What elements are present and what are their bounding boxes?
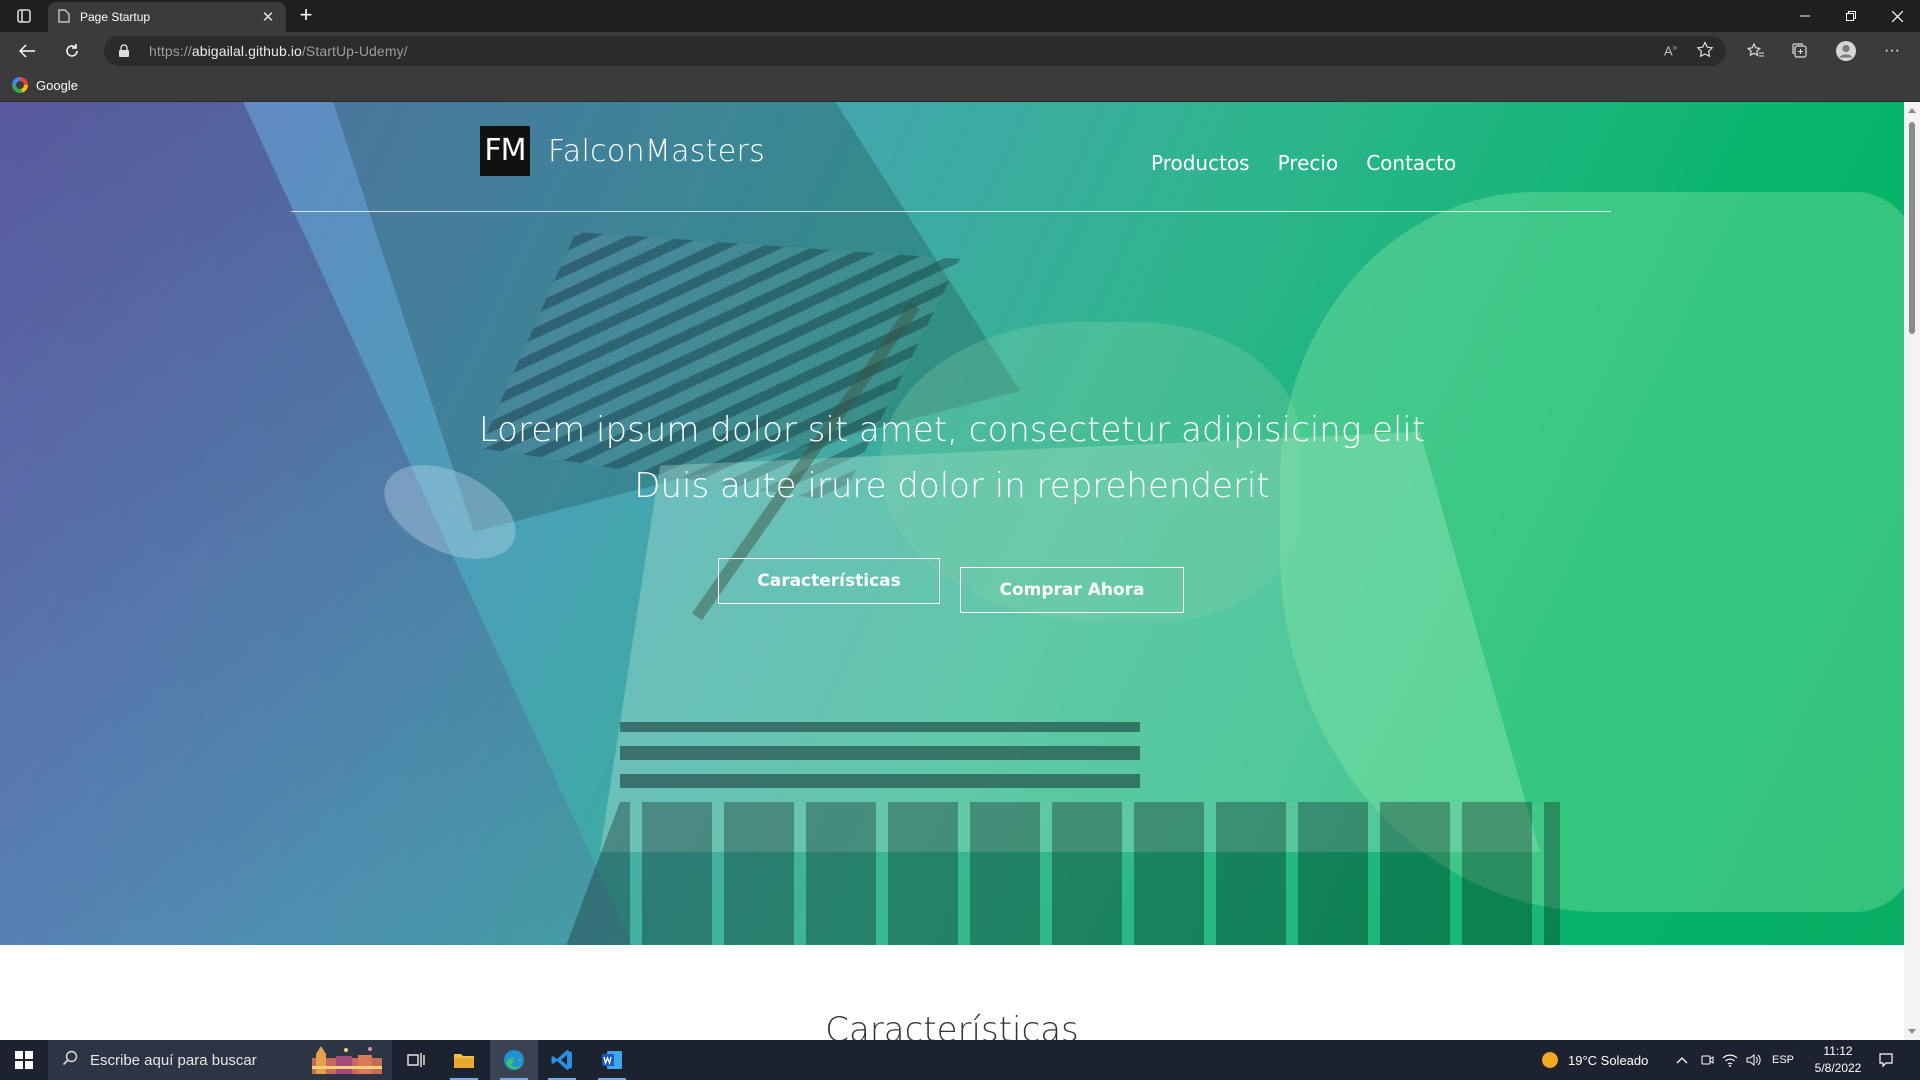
- tab-actions-icon[interactable]: [10, 4, 38, 28]
- collections-icon[interactable]: [1786, 37, 1814, 65]
- task-view-button[interactable]: [392, 1040, 440, 1080]
- language-indicator[interactable]: ESP: [1772, 1040, 1794, 1080]
- nav-link-productos[interactable]: Productos: [1151, 151, 1250, 175]
- address-bar[interactable]: https://abigailal.github.io/StartUp-Udem…: [104, 36, 1726, 66]
- main-nav: Productos Precio Contacto: [1151, 151, 1484, 175]
- brand-name[interactable]: FalconMasters: [548, 134, 765, 169]
- edge-app[interactable]: [490, 1040, 538, 1080]
- url-text[interactable]: https://abigailal.github.io/StartUp-Udem…: [149, 43, 408, 59]
- sun-icon: [1542, 1052, 1558, 1068]
- browser-toolbar: https://abigailal.github.io/StartUp-Udem…: [0, 32, 1920, 70]
- close-window-button[interactable]: [1874, 0, 1920, 32]
- lock-icon[interactable]: [118, 44, 130, 63]
- reload-button[interactable]: [58, 37, 86, 65]
- nav-link-contacto[interactable]: Contacto: [1366, 151, 1456, 175]
- restore-button[interactable]: [1828, 0, 1874, 32]
- scroll-up-icon[interactable]: [1908, 108, 1916, 113]
- read-aloud-icon[interactable]: A»: [1664, 43, 1677, 58]
- hero-photo-bottom-keyboard: [560, 802, 1560, 945]
- page-scrollbar[interactable]: [1904, 102, 1920, 1040]
- hero-headline: Lorem ipsum dolor sit amet, consectetur …: [478, 410, 1426, 450]
- file-explorer-app[interactable]: [440, 1040, 488, 1080]
- buy-now-button[interactable]: Comprar Ahora: [960, 567, 1184, 613]
- new-tab-button[interactable]: +: [294, 4, 318, 28]
- scrollbar-thumb[interactable]: [1909, 122, 1915, 334]
- scroll-down-icon[interactable]: [1908, 1029, 1916, 1034]
- weather-widget[interactable]: 19°C Soleado: [1542, 1040, 1648, 1080]
- search-highlight-icon: [312, 1046, 382, 1074]
- word-icon: [602, 1051, 622, 1069]
- volume-icon[interactable]: [1746, 1040, 1762, 1080]
- browser-tab[interactable]: Page Startup ✕: [48, 2, 286, 32]
- folder-icon: [454, 1054, 474, 1068]
- minimize-button[interactable]: [1782, 0, 1828, 32]
- tab-title: Page Startup: [80, 10, 151, 24]
- brand-logo[interactable]: FM: [480, 126, 530, 176]
- clock-date: 5/8/2022: [1814, 1061, 1862, 1075]
- show-hidden-icons[interactable]: [1676, 1040, 1688, 1080]
- browser-titlebar: Page Startup ✕ +: [0, 0, 1920, 32]
- vscode-app[interactable]: [538, 1040, 586, 1080]
- page-viewport: FM FalconMasters Productos Precio Contac…: [0, 102, 1904, 1040]
- weather-text: 19°C Soleado: [1568, 1052, 1649, 1068]
- features-section-title: Características: [825, 1010, 1079, 1040]
- nav-link-precio[interactable]: Precio: [1278, 151, 1339, 175]
- system-clock[interactable]: 11:12 5/8/2022: [1798, 1043, 1878, 1077]
- start-button[interactable]: [0, 1040, 48, 1080]
- wifi-icon[interactable]: [1722, 1040, 1738, 1080]
- search-placeholder: Escribe aquí para buscar: [90, 1051, 257, 1069]
- search-icon: [62, 1050, 78, 1070]
- hero-section: FM FalconMasters Productos Precio Contac…: [0, 102, 1904, 945]
- windows-taskbar: Escribe aquí para buscar 19°C Soleado ES…: [0, 1040, 1920, 1080]
- favorite-google[interactable]: Google: [12, 77, 78, 93]
- page-icon: [58, 8, 70, 26]
- windows-icon: [15, 1051, 33, 1069]
- notifications-icon[interactable]: [1878, 1040, 1894, 1080]
- task-view-icon: [407, 1053, 425, 1067]
- more-options-icon[interactable]: ···: [1878, 37, 1906, 65]
- hero-subheadline: Duis aute irure dolor in reprehenderit: [634, 466, 1270, 506]
- header-divider: [291, 211, 1611, 212]
- profile-avatar[interactable]: [1832, 37, 1860, 65]
- close-tab-icon[interactable]: ✕: [260, 8, 276, 26]
- add-favorite-icon[interactable]: [1696, 41, 1714, 64]
- hero-photo-pens: [620, 722, 1140, 788]
- edge-icon: [504, 1050, 524, 1070]
- meet-now-icon[interactable]: [1700, 1040, 1714, 1080]
- features-button[interactable]: Características: [718, 558, 940, 604]
- clock-time: 11:12: [1823, 1044, 1853, 1058]
- google-icon: [12, 77, 28, 93]
- vscode-icon: [551, 1050, 572, 1070]
- favorites-icon[interactable]: [1742, 37, 1770, 65]
- brand[interactable]: FM FalconMasters: [480, 126, 765, 176]
- word-app[interactable]: [588, 1040, 636, 1080]
- taskbar-search[interactable]: Escribe aquí para buscar: [48, 1040, 392, 1080]
- favorites-bar: Google: [0, 70, 1920, 102]
- back-button[interactable]: [13, 37, 41, 65]
- favorite-label: Google: [36, 77, 78, 93]
- chevron-up-icon: [1676, 1057, 1688, 1064]
